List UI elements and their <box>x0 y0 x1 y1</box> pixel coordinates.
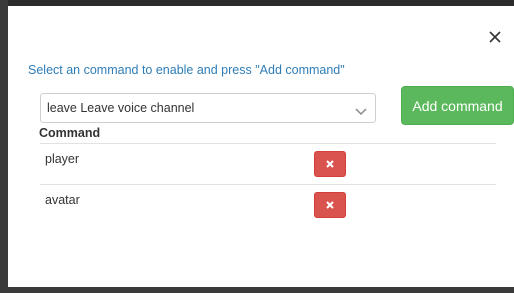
delete-command-button[interactable] <box>314 192 346 218</box>
close-button[interactable] <box>484 26 506 48</box>
command-name: avatar <box>45 193 80 207</box>
table-row: player <box>40 144 496 185</box>
close-icon <box>489 31 501 43</box>
command-column-header: Command <box>39 126 101 140</box>
command-select[interactable]: leave Leave voice channel <box>40 93 376 123</box>
add-command-button[interactable]: Add command <box>401 86 514 125</box>
window-frame-bottom <box>0 287 514 293</box>
times-icon <box>326 196 334 214</box>
delete-command-button[interactable] <box>314 151 346 177</box>
add-command-dialog: Select an command to enable and press "A… <box>8 6 514 287</box>
command-select-value: leave Leave voice channel <box>47 101 195 115</box>
times-icon <box>326 155 334 173</box>
window-frame-left <box>0 0 8 293</box>
command-name: player <box>45 152 80 166</box>
table-row: avatar <box>40 185 496 226</box>
chevron-down-icon <box>355 103 367 121</box>
instruction-text: Select an command to enable and press "A… <box>28 63 345 77</box>
